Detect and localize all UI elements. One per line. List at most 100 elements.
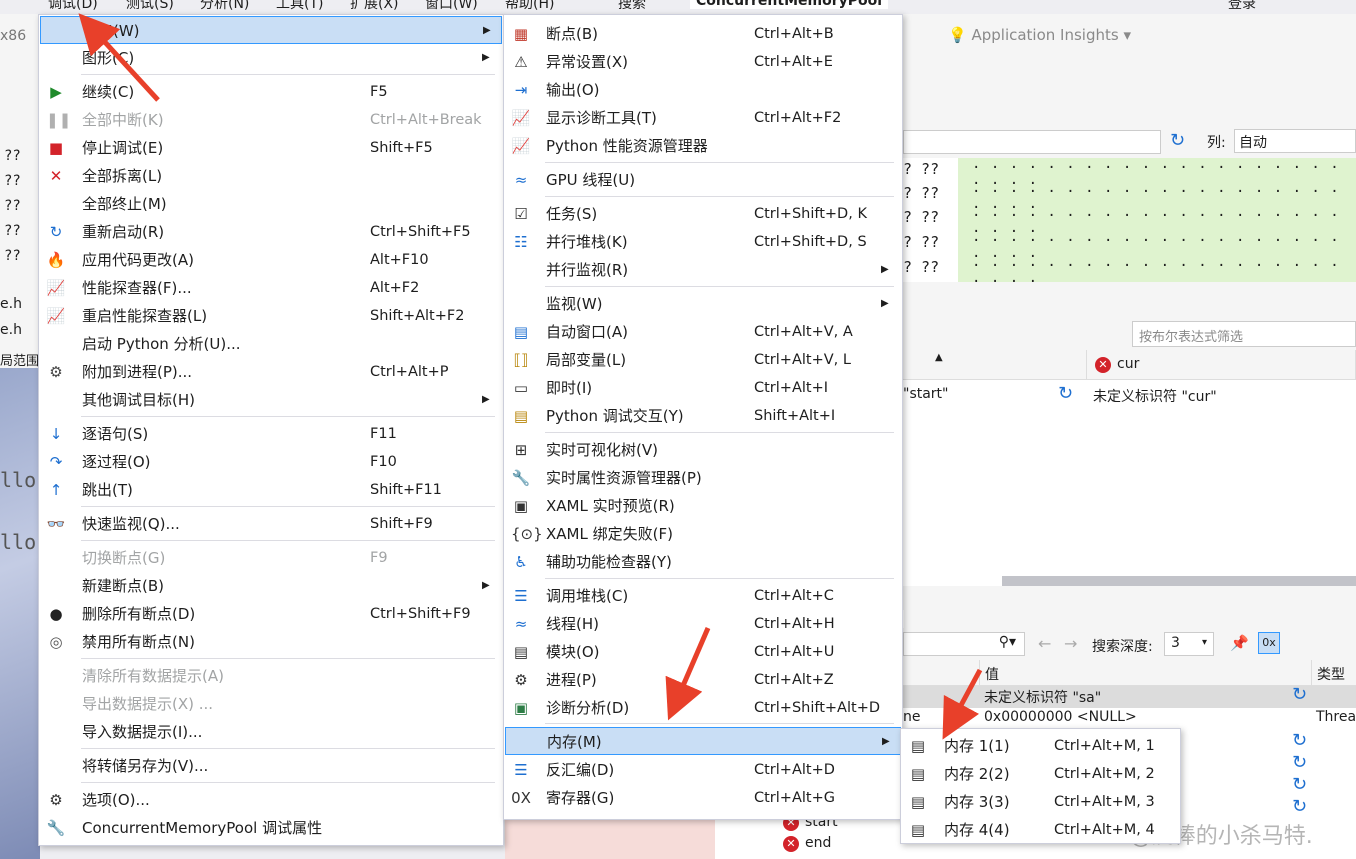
watch-header-name[interactable]: ▲ bbox=[903, 350, 1087, 380]
debug-menu-item[interactable]: 启动 Python 分析(U)... bbox=[40, 330, 502, 358]
window-menu-item[interactable]: ⊞ 实时可视化树(V) bbox=[505, 436, 901, 464]
window-menu-item[interactable]: ▤ 模块(O) Ctrl+Alt+U bbox=[505, 638, 901, 666]
window-menu-item[interactable]: ▣ XAML 实时预览(R) bbox=[505, 492, 901, 520]
call-stack-icon: ☰ bbox=[514, 587, 528, 605]
debug-menu-item[interactable]: ✕ 全部拆离(L) bbox=[40, 162, 502, 190]
debug-menu-item[interactable]: ⚙ 选项(O)... bbox=[40, 786, 502, 814]
window-menu-item[interactable]: ⇥ 输出(O) bbox=[505, 76, 901, 104]
file-tab[interactable]: e.h bbox=[0, 322, 22, 338]
platform-label: x86 bbox=[0, 28, 27, 44]
horizontal-scrollbar[interactable] bbox=[1002, 576, 1356, 586]
refresh-icon[interactable]: ↻ bbox=[1292, 752, 1307, 773]
window-menu-item[interactable]: ▤ 自动窗口(A) Ctrl+Alt+V, A bbox=[505, 318, 901, 346]
window-menu-item[interactable]: 📈 Python 性能资源管理器 bbox=[505, 132, 901, 160]
debug-menu-item[interactable]: 导入数据提示(I)... bbox=[40, 718, 502, 746]
debug-menu-item[interactable]: ↷ 逐过程(O) F10 bbox=[40, 448, 502, 476]
application-insights-button[interactable]: 💡 Application Insights ▾ bbox=[948, 26, 1131, 44]
window-menu-item[interactable]: ⚠ 异常设置(X) Ctrl+Alt+E bbox=[505, 48, 901, 76]
debug-menu-item[interactable]: ↓ 逐语句(S) F11 bbox=[40, 420, 502, 448]
debug-menu-item[interactable]: 📈 重启性能探查器(L) Shift+Alt+F2 bbox=[40, 302, 502, 330]
locals-row-selected[interactable] bbox=[903, 686, 1356, 708]
debug-menu-item[interactable]: ▶ 继续(C) F5 bbox=[40, 78, 502, 106]
memory-menu-item[interactable]: ▤ 内存 1(1) Ctrl+Alt+M, 1 bbox=[902, 732, 1179, 760]
debug-menu-item[interactable]: 切换断点(G) F9 bbox=[40, 544, 502, 572]
debug-menu-item[interactable]: ↻ 重新启动(R) Ctrl+Shift+F5 bbox=[40, 218, 502, 246]
debug-menu-item[interactable]: ● 删除所有断点(D) Ctrl+Shift+F9 bbox=[40, 600, 502, 628]
refresh-icon[interactable]: ↻ bbox=[1170, 130, 1185, 151]
menubar-search[interactable]: 搜索 bbox=[618, 0, 646, 13]
window-menu-item[interactable]: ≈ GPU 线程(U) bbox=[505, 166, 901, 194]
watch-header-cur[interactable]: ✕ cur bbox=[1087, 350, 1356, 380]
window-menu-item[interactable]: ▤ Python 调试交互(Y) Shift+Alt+I bbox=[505, 402, 901, 430]
menubar-debug[interactable]: 调试(D) bbox=[48, 0, 98, 13]
debug-menu-item[interactable]: 清除所有数据提示(A) bbox=[40, 662, 502, 690]
window-menu-item[interactable]: 0X 寄存器(G) Ctrl+Alt+G bbox=[505, 784, 901, 812]
address-combo[interactable] bbox=[903, 130, 1161, 154]
window-menu-item[interactable]: 监视(W) ▶ bbox=[505, 290, 901, 318]
debug-menu-item[interactable]: 图形(C) ▶ bbox=[40, 44, 502, 72]
refresh-icon[interactable]: ↻ bbox=[1292, 684, 1307, 705]
menu-item-shortcut: F9 bbox=[370, 550, 388, 566]
debug-menu-item[interactable]: ❚❚ 全部中断(K) Ctrl+Alt+Break bbox=[40, 106, 502, 134]
window-menu-item[interactable]: ▭ 即时(I) Ctrl+Alt+I bbox=[505, 374, 901, 402]
window-menu-item[interactable]: ⟦⟧ 局部变量(L) Ctrl+Alt+V, L bbox=[505, 346, 901, 374]
window-menu-item[interactable]: 并行监视(R) ▶ bbox=[505, 256, 901, 284]
refresh-icon[interactable]: ↻ bbox=[1292, 730, 1307, 751]
menubar-tools[interactable]: 工具(T) bbox=[276, 0, 323, 13]
window-menu-item[interactable]: 📈 显示诊断工具(T) Ctrl+Alt+F2 bbox=[505, 104, 901, 132]
debug-menu-item[interactable]: ■ 停止调试(E) Shift+F5 bbox=[40, 134, 502, 162]
window-menu-item[interactable]: ☰ 反汇编(D) Ctrl+Alt+D bbox=[505, 756, 901, 784]
window-menu-item[interactable]: ☑ 任务(S) Ctrl+Shift+D, K bbox=[505, 200, 901, 228]
window-menu-item[interactable]: ▦ 断点(B) Ctrl+Alt+B bbox=[505, 20, 901, 48]
window-menu-item[interactable]: {⊙} XAML 绑定失败(F) bbox=[505, 520, 901, 548]
debug-menu-item[interactable]: 导出数据提示(X) ... bbox=[40, 690, 502, 718]
locals-search-input[interactable]: ⚲▾ bbox=[903, 632, 1025, 656]
debug-menu-item[interactable]: ⚙ 附加到进程(P)... Ctrl+Alt+P bbox=[40, 358, 502, 386]
memory-menu-item[interactable]: ▤ 内存 4(4) Ctrl+Alt+M, 4 bbox=[902, 816, 1179, 844]
menubar-analyze[interactable]: 分析(N) bbox=[200, 0, 249, 13]
debug-menu-item[interactable]: ↑ 跳出(T) Shift+F11 bbox=[40, 476, 502, 504]
locals-col-type[interactable]: 类型 bbox=[1317, 664, 1345, 684]
debug-menu-item[interactable]: ◎ 禁用所有断点(N) bbox=[40, 628, 502, 656]
window-menu-item[interactable]: ⚙ 进程(P) Ctrl+Alt+Z bbox=[505, 666, 901, 694]
locals-col-value[interactable]: 值 bbox=[985, 664, 999, 684]
column-select[interactable]: 自动 bbox=[1234, 129, 1356, 153]
debug-menu-item[interactable]: 将转储另存为(V)... bbox=[40, 752, 502, 780]
menubar-extensions[interactable]: 扩展(X) bbox=[350, 0, 399, 13]
debug-menu-item[interactable]: 📈 性能探查器(F)... Alt+F2 bbox=[40, 274, 502, 302]
menubar-help[interactable]: 帮助(H) bbox=[505, 0, 554, 13]
window-menu-item[interactable]: ♿ 辅助功能检查器(Y) bbox=[505, 548, 901, 576]
filter-input[interactable]: 按布尔表达式筛选 bbox=[1132, 321, 1356, 347]
memory-menu-item[interactable]: ▤ 内存 3(3) Ctrl+Alt+M, 3 bbox=[902, 788, 1179, 816]
debug-menu-item[interactable]: 全部终止(M) bbox=[40, 190, 502, 218]
file-tab[interactable]: e.h bbox=[0, 296, 22, 312]
refresh-icon[interactable]: ↻ bbox=[1058, 383, 1073, 404]
back-arrow-icon[interactable]: ← bbox=[1038, 634, 1051, 653]
window-menu-item[interactable]: ☰ 调用堆栈(C) Ctrl+Alt+C bbox=[505, 582, 901, 610]
xaml-binding-icon: {⊙} bbox=[511, 525, 543, 543]
pin-icon[interactable]: 📌 bbox=[1230, 634, 1249, 652]
forward-arrow-icon[interactable]: → bbox=[1064, 634, 1077, 653]
login-link[interactable]: 登录 bbox=[1228, 0, 1256, 13]
debug-menu-item[interactable]: 窗口(W) ▶ bbox=[40, 16, 502, 44]
debug-menu-item[interactable]: 🔥 应用代码更改(A) Alt+F10 bbox=[40, 246, 502, 274]
memory-menu-item[interactable]: ▤ 内存 2(2) Ctrl+Alt+M, 2 bbox=[902, 760, 1179, 788]
window-menu-item[interactable]: ☷ 并行堆栈(K) Ctrl+Shift+D, S bbox=[505, 228, 901, 256]
debug-menu-item[interactable]: 👓 快速监视(Q)... Shift+F9 bbox=[40, 510, 502, 538]
refresh-icon[interactable]: ↻ bbox=[1292, 774, 1307, 795]
search-depth-select[interactable]: 3 ▾ bbox=[1164, 632, 1214, 656]
window-menu-item[interactable]: ≈ 线程(H) Ctrl+Alt+H bbox=[505, 610, 901, 638]
debug-menu-item[interactable]: 🔧 ConcurrentMemoryPool 调试属性 bbox=[40, 814, 502, 842]
hex-display-icon[interactable]: 0x bbox=[1258, 632, 1280, 654]
debug-menu-item[interactable]: 新建断点(B) ▶ bbox=[40, 572, 502, 600]
menubar-test[interactable]: 测试(S) bbox=[126, 0, 174, 13]
error-icon: ✕ bbox=[783, 836, 799, 852]
window-menu-item[interactable]: 内存(M) ▶ bbox=[505, 727, 901, 755]
scope-combo[interactable]: 局范围 bbox=[0, 350, 39, 369]
window-menu-item[interactable]: 🔧 实时属性资源管理器(P) bbox=[505, 464, 901, 492]
watch-item[interactable]: end bbox=[805, 835, 831, 851]
menubar-window[interactable]: 窗口(W) bbox=[425, 0, 478, 13]
debug-menu-item[interactable]: 其他调试目标(H) ▶ bbox=[40, 386, 502, 414]
refresh-icon[interactable]: ↻ bbox=[1292, 796, 1307, 817]
window-menu-item[interactable]: ▣ 诊断分析(D) Ctrl+Shift+Alt+D bbox=[505, 694, 901, 722]
